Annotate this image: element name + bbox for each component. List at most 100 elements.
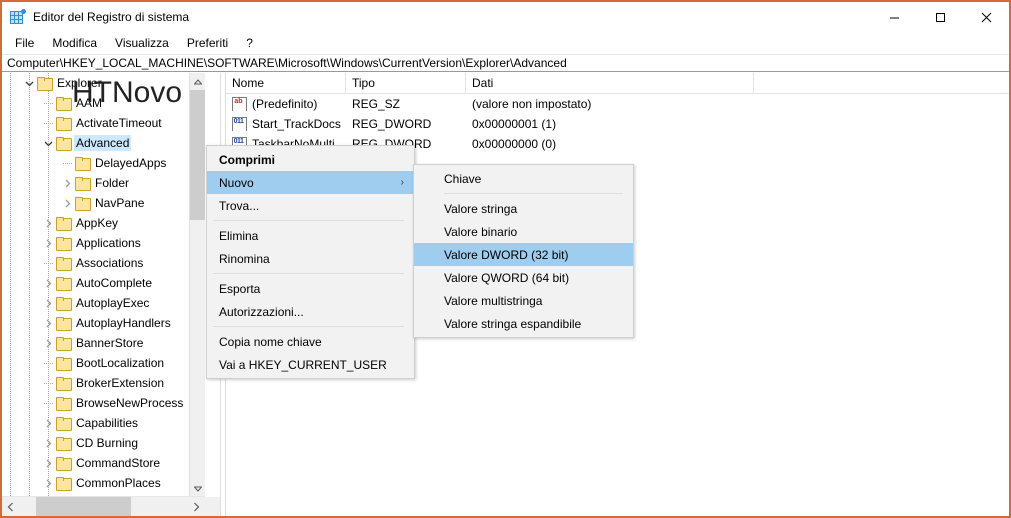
- context-menu-item-elimina[interactable]: Elimina: [207, 224, 414, 247]
- tree-vertical-scrollbar[interactable]: [189, 73, 205, 497]
- chevron-right-icon[interactable]: [40, 435, 56, 451]
- menu-help[interactable]: ?: [237, 34, 262, 52]
- chevron-right-icon[interactable]: [40, 235, 56, 251]
- tree-item-label: BrowseNewProcess: [76, 396, 184, 410]
- tree-item-aam[interactable]: AAM: [2, 93, 205, 113]
- tree-item-autoplayhandlers[interactable]: AutoplayHandlers: [2, 313, 205, 333]
- folder-icon: [56, 337, 72, 351]
- submenu-item-chiave[interactable]: Chiave: [414, 167, 633, 190]
- chevron-right-icon[interactable]: [40, 295, 56, 311]
- tree-item-appkey[interactable]: AppKey: [2, 213, 205, 233]
- menu-separator: [213, 273, 404, 274]
- tree-item-navpane[interactable]: NavPane: [2, 193, 205, 213]
- tree-item-applications[interactable]: Applications: [2, 233, 205, 253]
- table-row[interactable]: 011 Start_TrackDocs REG_DWORD 0x00000001 (1…: [226, 114, 1009, 134]
- tree-item-brokerextension[interactable]: BrokerExtension: [2, 373, 205, 393]
- context-menu-item-esporta[interactable]: Esporta: [207, 277, 414, 300]
- submenu-item-valore-binario[interactable]: Valore binario: [414, 220, 633, 243]
- value-name-cell: ab (Predefinito): [226, 97, 346, 111]
- submenu-item-valore-qword-64-bit[interactable]: Valore QWORD (64 bit): [414, 266, 633, 289]
- tree-item-bootlocalization[interactable]: BootLocalization: [2, 353, 205, 373]
- context-menu-item-comprimi[interactable]: Comprimi: [207, 148, 414, 171]
- column-header-nome[interactable]: Nome: [226, 73, 346, 93]
- tree-horizontal-scrollbar[interactable]: [2, 496, 205, 516]
- tree-item-cd-burning[interactable]: CD Burning: [2, 433, 205, 453]
- folder-icon: [56, 457, 72, 471]
- context-menu-item-rinomina[interactable]: Rinomina: [207, 247, 414, 270]
- chevron-right-icon[interactable]: [40, 455, 56, 471]
- listview-header: Nome Tipo Dati: [226, 73, 1009, 94]
- new-submenu[interactable]: Chiave Valore stringa Valore binario Valore…: [413, 164, 634, 338]
- menu-visualizza[interactable]: Visualizza: [106, 34, 178, 52]
- submenu-item-valore-dword-32-bit[interactable]: Valore DWORD (32 bit): [414, 243, 633, 266]
- tree-item-label: AutoComplete: [76, 276, 153, 290]
- tree-item-advanced[interactable]: Advanced: [2, 133, 205, 153]
- context-menu-item-copia-nome-chiave[interactable]: Copia nome chiave: [207, 330, 414, 353]
- chevron-right-icon[interactable]: [40, 275, 56, 291]
- scroll-up-icon[interactable]: [190, 73, 205, 90]
- submenu-item-valore-stringa-espandibile[interactable]: Valore stringa espandibile: [414, 312, 633, 335]
- tree-item-activatetimeout[interactable]: ActivateTimeout: [2, 113, 205, 133]
- chevron-right-icon[interactable]: [59, 195, 75, 211]
- chevron-right-icon: ›: [400, 177, 404, 188]
- tree-item-associations[interactable]: Associations: [2, 253, 205, 273]
- minimize-button[interactable]: [871, 2, 917, 32]
- scroll-down-icon[interactable]: [190, 480, 205, 497]
- context-menu-item-nuovo[interactable]: Nuovo ›: [207, 171, 414, 194]
- tree-leaf-connector: [40, 355, 56, 371]
- tree-item-label: Explorer: [57, 76, 102, 90]
- column-header-dati[interactable]: Dati: [466, 73, 754, 93]
- address-bar[interactable]: Computer\HKEY_LOCAL_MACHINE\SOFTWARE\Mic…: [2, 54, 1009, 72]
- registry-tree[interactable]: Explorer AAM ActivateTimeout Advanced Delaye…: [2, 73, 205, 497]
- table-row[interactable]: ab (Predefinito) REG_SZ (valore non imposta…: [226, 94, 1009, 114]
- tree-item-delayedapps[interactable]: DelayedApps: [2, 153, 205, 173]
- menu-modifica[interactable]: Modifica: [43, 34, 106, 52]
- tree-item-label: ActivateTimeout: [76, 116, 162, 130]
- tree-item-explorer[interactable]: Explorer: [2, 73, 205, 93]
- tree-item-bannerstore[interactable]: BannerStore: [2, 333, 205, 353]
- tree-item-folder[interactable]: Folder: [2, 173, 205, 193]
- scroll-left-icon[interactable]: [2, 497, 19, 516]
- context-menu-item-label: Trova...: [219, 198, 260, 213]
- chevron-down-icon[interactable]: [21, 75, 37, 91]
- chevron-right-icon[interactable]: [40, 315, 56, 331]
- close-button[interactable]: [963, 2, 1009, 32]
- tree-item-label: AutoplayExec: [76, 296, 150, 310]
- chevron-down-icon[interactable]: [40, 135, 56, 151]
- maximize-button[interactable]: [917, 2, 963, 32]
- menu-preferiti[interactable]: Preferiti: [178, 34, 237, 52]
- submenu-item-valore-multistringa[interactable]: Valore multistringa: [414, 289, 633, 312]
- registry-editor-icon: [10, 9, 26, 25]
- context-menu-item-autorizzazioni[interactable]: Autorizzazioni...: [207, 300, 414, 323]
- chevron-right-icon[interactable]: [40, 475, 56, 491]
- title-bar: Editor del Registro di sistema: [2, 2, 1009, 32]
- chevron-right-icon[interactable]: [40, 415, 56, 431]
- submenu-item-label: Chiave: [444, 171, 482, 186]
- context-menu[interactable]: Comprimi Nuovo › Trova... Elimina Rinomina Esp…: [206, 145, 415, 379]
- scroll-right-icon[interactable]: [188, 497, 205, 516]
- context-menu-item-trova[interactable]: Trova...: [207, 194, 414, 217]
- tree-item-browsenewprocess[interactable]: BrowseNewProcess: [2, 393, 205, 413]
- chevron-right-icon[interactable]: [59, 175, 75, 191]
- tree-item-label: CD Burning: [76, 436, 139, 450]
- folder-icon: [56, 437, 72, 451]
- registry-path: Computer\HKEY_LOCAL_MACHINE\SOFTWARE\Mic…: [7, 56, 567, 70]
- tree-item-autocomplete[interactable]: AutoComplete: [2, 273, 205, 293]
- submenu-item-valore-stringa[interactable]: Valore stringa: [414, 197, 633, 220]
- folder-icon: [56, 317, 72, 331]
- tree-item-autoplayexec[interactable]: AutoplayExec: [2, 293, 205, 313]
- tree-vscroll-thumb[interactable]: [190, 90, 205, 220]
- tree-item-commandstore[interactable]: CommandStore: [2, 453, 205, 473]
- context-menu-item-label: Esporta: [219, 281, 261, 296]
- tree-item-label: Applications: [76, 236, 141, 250]
- chevron-right-icon[interactable]: [40, 215, 56, 231]
- tree-hscroll-thumb[interactable]: [36, 497, 131, 516]
- tree-item-label: CommonPlaces: [76, 476, 161, 490]
- context-menu-item-vai-a-hkey-current-user[interactable]: Vai a HKEY_CURRENT_USER: [207, 353, 414, 376]
- context-menu-item-label: Nuovo: [219, 175, 254, 190]
- tree-item-capabilities[interactable]: Capabilities: [2, 413, 205, 433]
- tree-item-commonplaces[interactable]: CommonPlaces: [2, 473, 205, 493]
- column-header-tipo[interactable]: Tipo: [346, 73, 466, 93]
- chevron-right-icon[interactable]: [40, 335, 56, 351]
- menu-file[interactable]: File: [6, 34, 43, 52]
